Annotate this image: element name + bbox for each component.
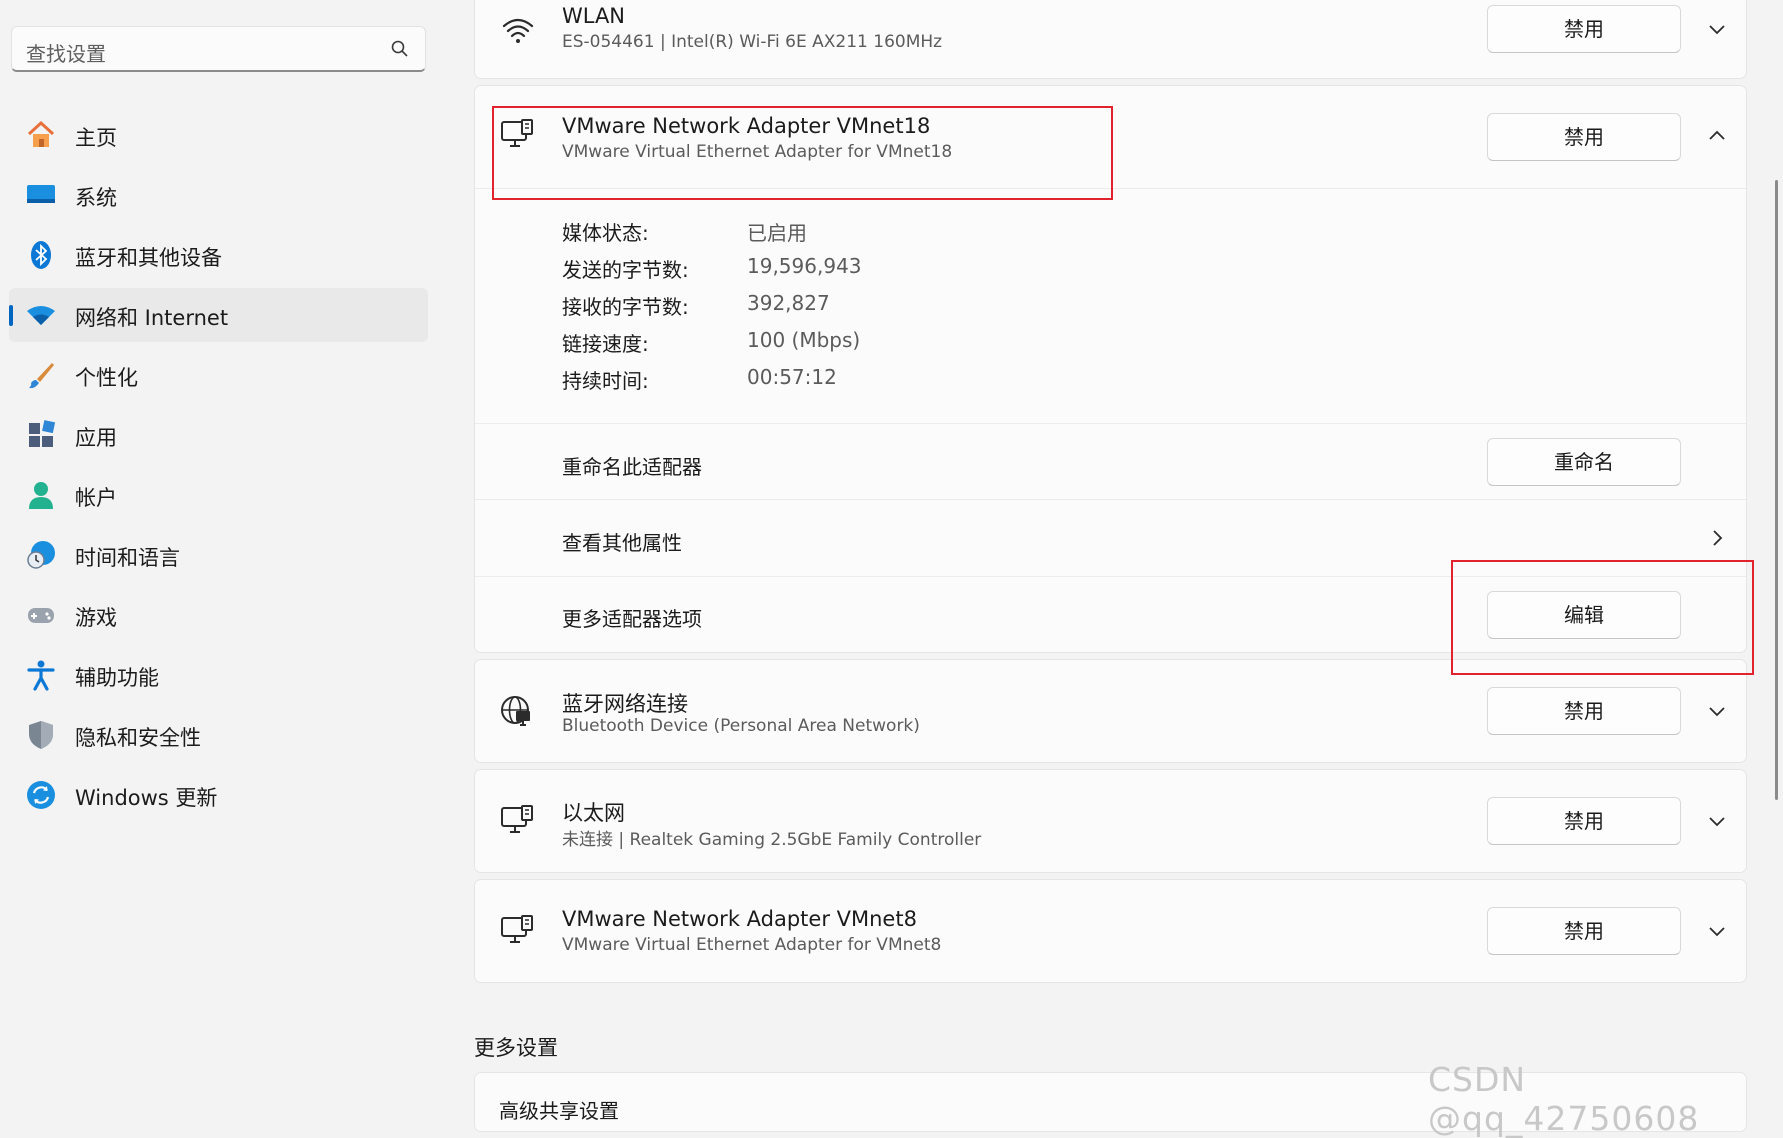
bluetooth-icon <box>31 241 51 269</box>
disable-button[interactable]: 禁用 <box>1487 687 1681 735</box>
sidebar-item-accounts[interactable]: 帐户 <box>9 468 428 522</box>
adapter-title: 以太网 <box>562 801 625 825</box>
prop-bytes-received-label: 接收的字节数: <box>562 295 689 319</box>
prop-duration-label: 持续时间: <box>562 369 649 393</box>
adapter-title: WLAN <box>562 4 626 28</box>
sidebar-item-accessibility[interactable]: 辅助功能 <box>9 648 428 702</box>
prop-bytes-received-value: 392,827 <box>747 291 830 315</box>
prop-bytes-sent-value: 19,596,943 <box>747 254 862 278</box>
divider <box>475 423 1746 424</box>
rename-adapter-label: 重命名此适配器 <box>562 455 702 479</box>
adapter-title: VMware Network Adapter VMnet8 <box>562 907 917 931</box>
home-icon <box>27 120 55 147</box>
chevron-down-icon[interactable] <box>1707 701 1727 721</box>
disable-button[interactable]: 禁用 <box>1487 5 1681 53</box>
search-placeholder: 查找设置 <box>26 42 106 66</box>
shield-icon <box>29 721 53 749</box>
gamepad-icon <box>28 608 54 623</box>
update-icon <box>27 781 55 809</box>
chevron-down-icon[interactable] <box>1707 921 1727 941</box>
prop-duration-value: 00:57:12 <box>747 365 837 389</box>
chevron-down-icon[interactable] <box>1707 19 1727 39</box>
sidebar-item-time-language[interactable]: 时间和语言 <box>9 528 428 582</box>
sidebar-item-apps[interactable]: 应用 <box>9 408 428 462</box>
adapter-card-ethernet: 以太网 未连接 | Realtek Gaming 2.5GbE Family C… <box>474 769 1747 873</box>
rename-button[interactable]: 重命名 <box>1487 438 1681 486</box>
sidebar-item-network[interactable]: 网络和 Internet <box>9 288 428 342</box>
globe-network-icon <box>501 696 530 726</box>
prop-bytes-sent-label: 发送的字节数: <box>562 258 689 282</box>
view-properties-label: 查看其他属性 <box>562 531 682 555</box>
wifi-icon <box>27 306 55 325</box>
sidebar-item-personalization[interactable]: 个性化 <box>9 348 428 402</box>
network-adapter-icon <box>501 915 533 943</box>
sidebar-item-bluetooth[interactable]: 蓝牙和其他设备 <box>9 228 428 282</box>
search-input[interactable]: 查找设置 <box>11 26 426 72</box>
accessibility-icon <box>27 660 55 691</box>
highlight-box-adapter <box>492 106 1113 200</box>
prop-media-state-label: 媒体状态: <box>562 221 649 245</box>
prop-media-state-value: 已启用 <box>747 221 807 245</box>
adapter-subtitle: VMware Virtual Ethernet Adapter for VMne… <box>562 935 942 955</box>
search-icon[interactable] <box>391 40 409 58</box>
scrollbar[interactable] <box>1775 180 1778 800</box>
more-adapter-options-label: 更多适配器选项 <box>562 607 702 631</box>
adapter-card-wlan: WLAN ES-054461 | Intel(R) Wi-Fi 6E AX211… <box>474 0 1747 79</box>
prop-link-speed-label: 链接速度: <box>562 332 649 356</box>
chevron-right-icon <box>1713 530 1723 546</box>
watermark: CSDN @qq_42750608 <box>1428 1060 1700 1138</box>
sidebar-item-windows-update[interactable]: Windows 更新 <box>9 768 428 822</box>
brush-icon <box>29 363 54 389</box>
disable-button[interactable]: 禁用 <box>1487 113 1681 161</box>
sidebar-item-home[interactable]: 主页 <box>9 108 428 162</box>
globe-clock-icon <box>27 541 55 569</box>
adapter-card-vmnet8: VMware Network Adapter VMnet8 VMware Vir… <box>474 879 1747 983</box>
sidebar-item-gaming[interactable]: 游戏 <box>9 588 428 642</box>
apps-icon <box>29 420 56 447</box>
section-title-more-settings: 更多设置 <box>474 1036 558 1060</box>
sidebar-item-system[interactable]: 系统 <box>9 168 428 222</box>
account-icon <box>29 482 53 509</box>
system-icon <box>27 185 55 203</box>
disable-button[interactable]: 禁用 <box>1487 907 1681 955</box>
adapter-title: 蓝牙网络连接 <box>562 692 688 716</box>
chevron-up-icon[interactable] <box>1707 126 1727 146</box>
adapter-subtitle: ES-054461 | Intel(R) Wi-Fi 6E AX211 160M… <box>562 32 943 52</box>
highlight-box-edit <box>1451 560 1754 675</box>
prop-link-speed-value: 100 (Mbps) <box>747 328 861 352</box>
wifi-signal-icon <box>502 18 534 43</box>
adapter-subtitle: 未连接 | Realtek Gaming 2.5GbE Family Contr… <box>562 830 982 850</box>
disable-button[interactable]: 禁用 <box>1487 797 1681 845</box>
network-adapter-icon <box>501 805 533 833</box>
active-indicator <box>9 305 13 326</box>
sidebar-item-privacy[interactable]: 隐私和安全性 <box>9 708 428 762</box>
chevron-down-icon[interactable] <box>1707 811 1727 831</box>
adapter-subtitle: Bluetooth Device (Personal Area Network) <box>562 716 920 736</box>
